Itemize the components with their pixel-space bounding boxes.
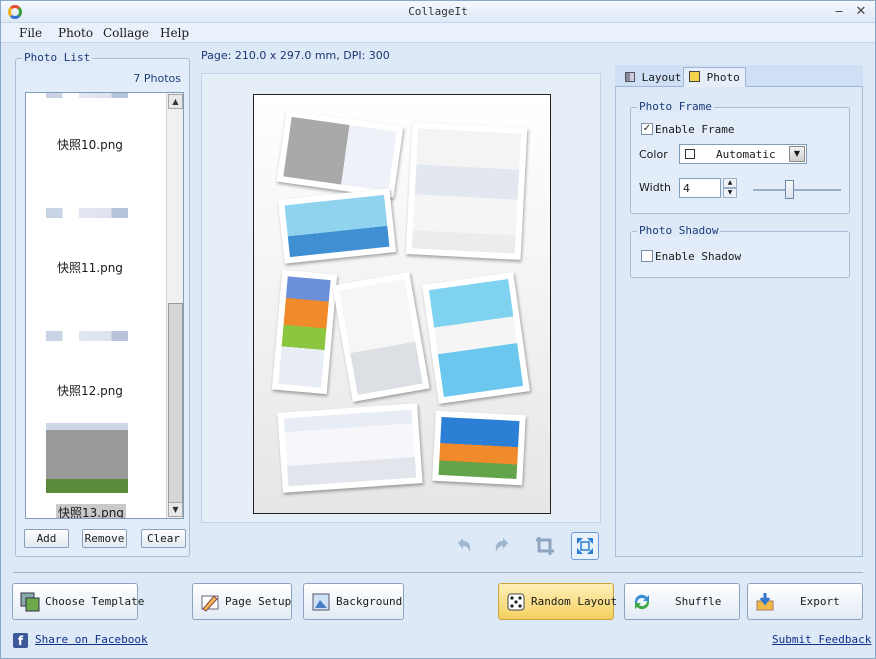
collage-page[interactable]	[253, 94, 551, 514]
redo-button[interactable]	[489, 532, 517, 560]
collage-photo[interactable]	[277, 403, 423, 493]
random-layout-label: Random Layout	[531, 595, 618, 608]
enable-shadow-label: Enable Shadow	[655, 250, 742, 263]
thumbnail-image	[46, 331, 128, 341]
list-item-label: 快照13.png	[56, 504, 126, 519]
photo-list-label: Photo List	[22, 51, 93, 64]
minimize-icon[interactable]: ‒	[831, 4, 847, 20]
canvas-area	[201, 73, 601, 523]
page-info: Page: 210.0 x 297.0 mm, DPI: 300	[201, 49, 390, 62]
menu-help[interactable]: Help	[160, 26, 189, 40]
layout-icon	[625, 72, 635, 82]
list-item-label: 快照11.png	[57, 261, 123, 275]
choose-template-label: Choose Template	[45, 595, 145, 608]
undo-icon	[458, 538, 471, 552]
settings-tabs: Layout Photo	[615, 65, 863, 87]
background-icon	[312, 593, 330, 610]
scroll-thumb[interactable]	[168, 303, 183, 503]
menu-collage[interactable]: Collage	[103, 26, 149, 40]
photo-icon	[689, 71, 700, 82]
collage-photo[interactable]	[332, 272, 430, 402]
fit-view-button[interactable]	[571, 532, 599, 560]
enable-frame-label: Enable Frame	[655, 123, 735, 136]
divider	[13, 572, 863, 573]
tab-layout-label: Layout	[641, 71, 682, 84]
width-label: Width	[639, 181, 671, 194]
clear-button[interactable]: Clear	[141, 529, 186, 548]
add-button[interactable]: Add	[24, 529, 69, 548]
collage-photo[interactable]	[432, 410, 526, 486]
title-bar: CollageIt ‒ ✕	[1, 1, 875, 23]
export-button[interactable]: Export	[747, 583, 863, 620]
thumbnail-image	[46, 208, 128, 218]
photo-frame-group: Photo Frame ✓ Enable Frame Color Automat…	[630, 100, 850, 214]
remove-button[interactable]: Remove	[82, 529, 127, 548]
photo-list-group: Photo List 7 Photos 快照10.png 快照11.png 快照…	[15, 51, 190, 557]
photo-shadow-group: Photo Shadow Enable Shadow	[630, 224, 850, 278]
color-value: Automatic	[716, 148, 776, 161]
tab-photo[interactable]: Photo	[683, 67, 746, 87]
crop-icon	[536, 537, 554, 555]
photo-settings-panel: Photo Frame ✓ Enable Frame Color Automat…	[615, 87, 863, 557]
color-dropdown[interactable]: Automatic ▼	[679, 144, 807, 164]
undo-button[interactable]	[449, 532, 477, 560]
export-label: Export	[800, 595, 840, 608]
collage-photo[interactable]	[405, 122, 528, 260]
chevron-down-icon[interactable]: ▼	[789, 146, 805, 162]
collage-photo[interactable]	[276, 110, 404, 198]
step-up-icon[interactable]: ▲	[723, 178, 737, 188]
enable-shadow-checkbox[interactable]	[641, 250, 653, 262]
list-item-label: 快照12.png	[57, 384, 123, 398]
dice-icon	[507, 593, 525, 610]
menu-bar: File Photo Collage Help	[1, 23, 875, 43]
page-setup-icon	[201, 594, 219, 612]
thumbnail-image	[46, 423, 128, 493]
collage-photo[interactable]	[271, 269, 338, 395]
enable-frame-checkbox[interactable]: ✓	[641, 123, 653, 135]
tab-layout[interactable]: Layout	[619, 67, 687, 87]
width-input[interactable]: 4	[679, 178, 721, 198]
random-layout-button[interactable]: Random Layout	[498, 583, 618, 620]
photo-frame-label: Photo Frame	[637, 100, 714, 113]
step-down-icon[interactable]: ▼	[723, 188, 737, 198]
menu-file[interactable]: File	[19, 26, 42, 40]
scroll-down-icon[interactable]: ▼	[168, 502, 183, 517]
scroll-up-icon[interactable]: ▲	[168, 94, 183, 109]
app-window: CollageIt ‒ ✕ File Photo Collage Help Ph…	[0, 0, 876, 659]
crop-button[interactable]	[531, 532, 559, 560]
collage-photo[interactable]	[422, 272, 530, 404]
width-slider-thumb[interactable]	[785, 180, 794, 199]
export-icon	[756, 592, 774, 610]
redo-icon	[495, 538, 508, 552]
submit-feedback-link[interactable]: Submit Feedback	[772, 633, 871, 646]
menu-photo[interactable]: Photo	[58, 26, 93, 40]
window-title: CollageIt	[408, 5, 468, 18]
page-setup-button[interactable]: Page Setup	[192, 583, 292, 620]
shuffle-icon	[634, 594, 650, 609]
shuffle-label: Shuffle	[675, 595, 722, 608]
page-setup-label: Page Setup	[225, 595, 292, 608]
color-swatch	[685, 149, 695, 159]
tab-photo-label: Photo	[706, 71, 740, 84]
background-button[interactable]: Background	[303, 583, 404, 620]
list-item-label: 快照10.png	[57, 138, 123, 152]
expand-icon	[577, 538, 593, 554]
facebook-icon[interactable]: f	[13, 633, 28, 648]
width-slider-track[interactable]	[753, 189, 841, 191]
width-stepper[interactable]: ▲ ▼	[723, 178, 737, 198]
vertical-scrollbar[interactable]: ▲ ▼	[166, 93, 183, 518]
width-value: 4	[683, 182, 690, 195]
photo-list[interactable]: 快照10.png 快照11.png 快照12.png 快照13.png ▲ ▼	[25, 92, 184, 519]
choose-template-button[interactable]: Choose Template	[12, 583, 144, 620]
template-icon	[20, 592, 40, 611]
thumbnail-image	[46, 93, 128, 98]
color-label: Color	[639, 148, 668, 161]
background-label: Background	[336, 595, 403, 608]
photo-count: 7 Photos	[133, 72, 181, 85]
close-icon[interactable]: ✕	[853, 4, 869, 20]
share-facebook-link[interactable]: Share on Facebook	[35, 633, 148, 646]
collage-photo[interactable]	[277, 188, 397, 264]
photo-shadow-label: Photo Shadow	[637, 224, 721, 237]
shuffle-button[interactable]: Shuffle	[624, 583, 740, 620]
